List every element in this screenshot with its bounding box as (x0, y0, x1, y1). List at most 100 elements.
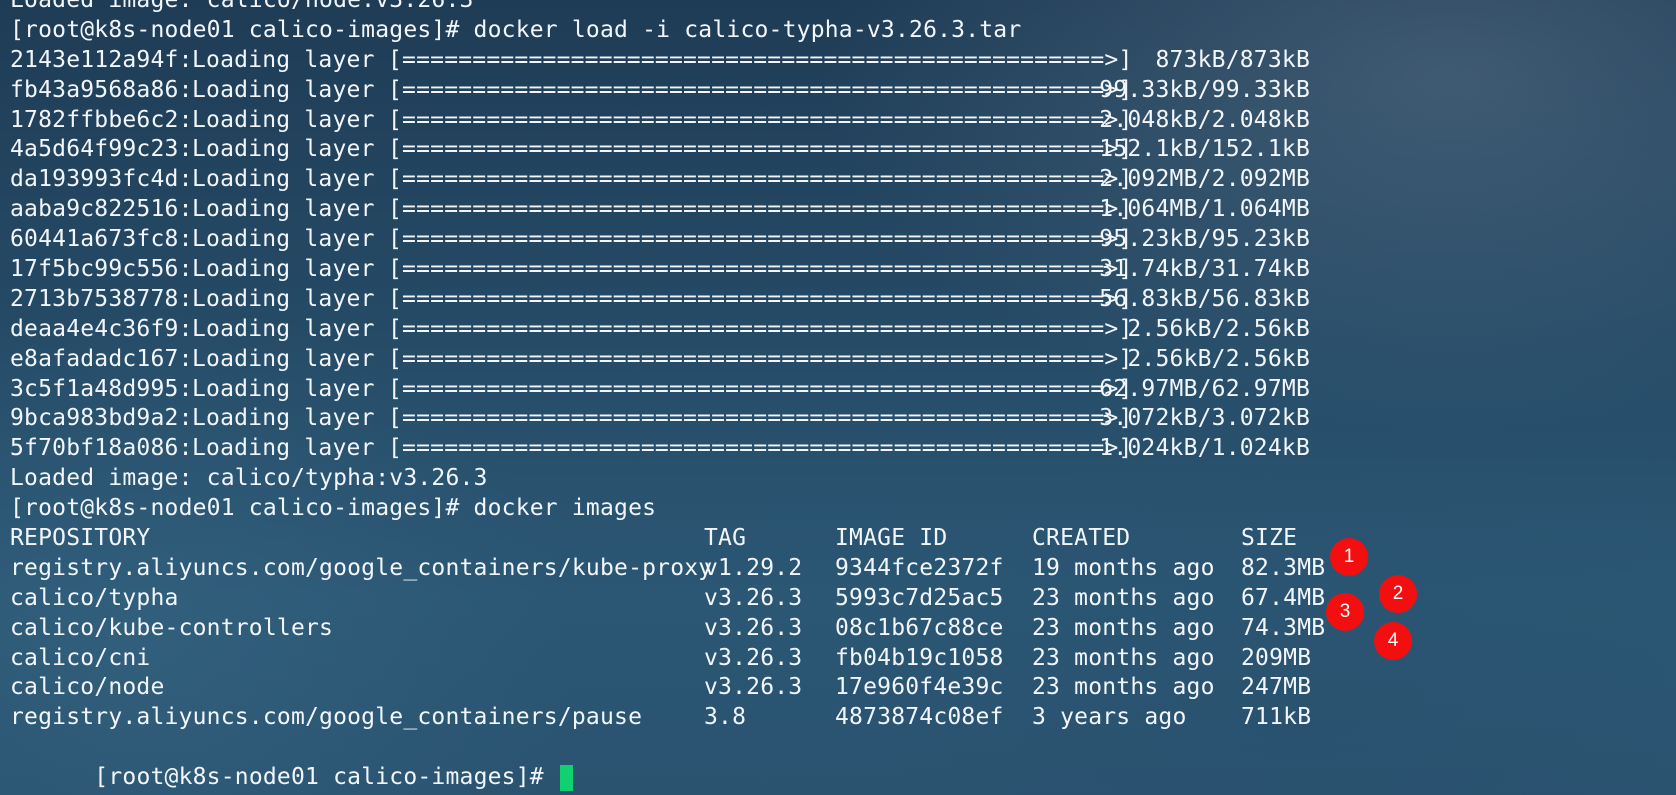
layer-label: Loading layer (192, 435, 375, 462)
annotation-badge-4: 4 (1374, 622, 1412, 660)
layer-label: Loading layer (192, 196, 375, 223)
layer-label: Loading layer (192, 345, 375, 372)
layer-progress-row: e8afadadc167: Loading layer [=============… (10, 345, 1351, 375)
layer-progress-row: fb43a9568a86: Loading layer [=============… (10, 76, 1351, 106)
image-tag: v3.26.3 (704, 584, 803, 611)
layer-progress-bar: [=======================================… (388, 256, 1133, 283)
layer-progress-row: 60441a673fc8: Loading layer [=============… (10, 225, 1351, 255)
annotation-badge-1: 1 (1330, 538, 1368, 576)
layer-label: Loading layer (192, 166, 375, 193)
layer-progress-bar: [=======================================… (388, 345, 1133, 372)
layer-label: Loading layer (192, 405, 375, 432)
layer-id: 5f70bf18a086: (10, 435, 193, 462)
layer-progress-row: 17f5bc99c556: Loading layer [=============… (10, 255, 1351, 285)
layer-progress-bar: [=======================================… (388, 76, 1133, 103)
layer-id: 9bca983bd9a2: (10, 405, 193, 432)
layer-id: 3c5f1a48d995: (10, 375, 193, 402)
layer-size: 152.1kB/152.1kB (1099, 136, 1310, 163)
image-id: 17e960f4e39c (835, 674, 1004, 701)
layer-label: Loading layer (192, 375, 375, 402)
layer-progress-bar: [=======================================… (388, 285, 1133, 312)
layer-progress-row: 4a5d64f99c23: Loading layer [=============… (10, 135, 1351, 165)
layer-id: deaa4e4c36f9: (10, 315, 193, 342)
image-repository: registry.aliyuncs.com/google_containers/… (10, 704, 643, 731)
images-table-header: REPOSITORY TAG IMAGE ID CREATED SIZE (10, 524, 1351, 554)
image-table-row: calico/kube-controllers v3.26.3 08c1b67c88… (10, 614, 1351, 644)
image-created: 23 months ago (1032, 644, 1215, 671)
docker-images-command: [root@k8s-node01 calico-images]# docker … (10, 495, 657, 522)
layer-size: 31.74kB/31.74kB (1099, 256, 1310, 283)
layer-label: Loading layer (192, 136, 375, 163)
layer-label: Loading layer (192, 226, 375, 253)
image-created: 23 months ago (1032, 674, 1215, 701)
layer-progress-row: 2143e112a94f: Loading layer [=============… (10, 46, 1351, 76)
header-image-id: IMAGE ID (835, 525, 948, 552)
layer-size: 95.23kB/95.23kB (1099, 226, 1310, 253)
image-repository: registry.aliyuncs.com/google_containers/… (10, 554, 713, 581)
layer-id: 2143e112a94f: (10, 46, 193, 73)
annotation-badge-2: 2 (1379, 575, 1417, 613)
layer-progress-list: 2143e112a94f: Loading layer [=============… (10, 46, 1351, 464)
docker-load-command: [root@k8s-node01 calico-images]# docker … (10, 16, 1022, 43)
layer-label: Loading layer (192, 76, 375, 103)
header-created: CREATED (1032, 525, 1131, 552)
layer-id: 2713b7538778: (10, 285, 193, 312)
layer-id: fb43a9568a86: (10, 76, 193, 103)
layer-size: 62.97MB/62.97MB (1099, 375, 1310, 402)
layer-progress-row: 9bca983bd9a2: Loading layer [=============… (10, 404, 1351, 434)
layer-progress-bar: [=======================================… (388, 136, 1133, 163)
image-id: 5993c7d25ac5 (835, 584, 1004, 611)
image-id: 4873874c08ef (835, 704, 1004, 731)
layer-size: 2.56kB/2.56kB (1127, 345, 1310, 372)
layer-label: Loading layer (192, 285, 375, 312)
layer-size: 99.33kB/99.33kB (1099, 76, 1310, 103)
image-size: 247MB (1241, 674, 1312, 701)
image-tag: v3.26.3 (704, 614, 803, 641)
layer-label: Loading layer (192, 106, 375, 133)
layer-progress-bar: [=======================================… (388, 435, 1133, 462)
image-repository: calico/node (10, 674, 165, 701)
layer-progress-bar: [=======================================… (388, 315, 1133, 342)
text-cursor (559, 764, 573, 791)
layer-progress-row: deaa4e4c36f9: Loading layer [=============… (10, 315, 1351, 345)
annotation-badge-3: 3 (1326, 593, 1364, 631)
layer-id: 17f5bc99c556: (10, 256, 193, 283)
layer-label: Loading layer (192, 315, 375, 342)
image-tag: 3.8 (704, 704, 747, 731)
layer-size: 1.064MB/1.064MB (1099, 196, 1310, 223)
terminal-output: Loaded image: calico/node:v3.26.3 [root@… (10, 0, 1351, 791)
image-id: fb04b19c1058 (835, 644, 1004, 671)
layer-id: 60441a673fc8: (10, 226, 193, 253)
header-repository: REPOSITORY (10, 525, 151, 552)
layer-progress-row: aaba9c822516: Loading layer [=============… (10, 195, 1351, 225)
layer-progress-row: 2713b7538778: Loading layer [=============… (10, 285, 1351, 315)
image-tag: v3.26.3 (704, 674, 803, 701)
image-table-row: registry.aliyuncs.com/google_containers/… (10, 703, 1351, 733)
terminal-window[interactable]: Loaded image: calico/node:v3.26.3 [root@… (0, 0, 1676, 795)
image-repository: calico/kube-controllers (10, 614, 334, 641)
image-tag: v3.26.3 (704, 644, 803, 671)
layer-progress-bar: [=======================================… (388, 226, 1133, 253)
layer-progress-bar: [=======================================… (388, 405, 1133, 432)
layer-progress-row: 3c5f1a48d995: Loading layer [=============… (10, 375, 1351, 405)
layer-progress-bar: [=======================================… (388, 106, 1133, 133)
layer-id: aaba9c822516: (10, 196, 193, 223)
layer-progress-bar: [=======================================… (388, 196, 1133, 223)
layer-id: e8afadadc167: (10, 345, 193, 372)
layer-size: 1.024kB/1.024kB (1099, 435, 1310, 462)
image-table-row: registry.aliyuncs.com/google_containers/… (10, 554, 1351, 584)
image-created: 23 months ago (1032, 584, 1215, 611)
layer-label: Loading layer (192, 46, 375, 73)
image-created: 19 months ago (1032, 554, 1215, 581)
layer-progress-bar: [=======================================… (388, 375, 1133, 402)
layer-size: 2.56kB/2.56kB (1127, 315, 1310, 342)
shell-prompt: [root@k8s-node01 calico-images]# (94, 764, 558, 791)
layer-id: 4a5d64f99c23: (10, 136, 193, 163)
layer-size: 3.072kB/3.072kB (1099, 405, 1310, 432)
layer-progress-bar: [=======================================… (388, 166, 1133, 193)
layer-progress-row: da193993fc4d: Loading layer [=============… (10, 165, 1351, 195)
prompt-line[interactable]: [root@k8s-node01 calico-images]# (10, 733, 1351, 791)
image-table-row: calico/cni v3.26.3 fb04b19c1058 23 months a… (10, 644, 1351, 674)
image-created: 23 months ago (1032, 614, 1215, 641)
layer-id: 1782ffbbe6c2: (10, 106, 193, 133)
